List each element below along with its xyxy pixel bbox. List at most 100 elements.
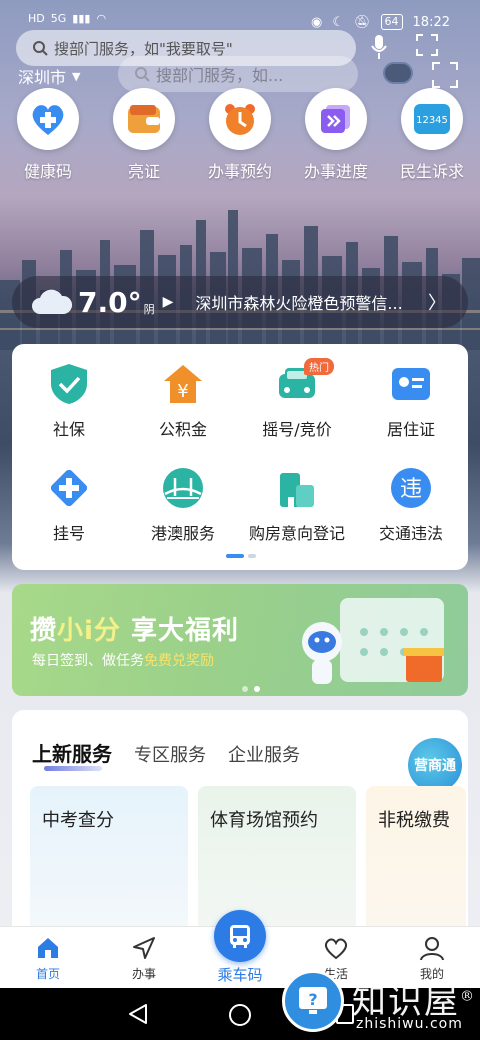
quick-entry-circle (305, 88, 367, 150)
microphone-icon[interactable] (370, 34, 388, 60)
clock-icon (225, 104, 255, 135)
banner-subtitle: 每日签到、做任务免费兑奖励 (32, 650, 214, 670)
nav-label: 首页 (35, 967, 60, 981)
service-housing-fund[interactable]: ¥ 公积金 (126, 362, 240, 466)
search-ghost-placeholder: 搜部门服务，如... (156, 66, 284, 85)
quick-entry-hotline[interactable]: 12345 民生诉求 (384, 88, 480, 182)
service-icon-wrap (161, 466, 205, 510)
question-monitor-icon: ? (299, 987, 327, 1014)
wallet-icon (128, 105, 160, 133)
progress-icon (321, 105, 350, 133)
service-label: 港澳服务 (150, 524, 215, 543)
cloud-icon (32, 289, 73, 314)
status-right: ◉ ☾ 🔕︎ 64 18:22 (311, 14, 450, 30)
chevron-right-icon: ▶ (162, 294, 174, 310)
hotline-icon: 12345 (414, 104, 450, 134)
tab-bar: 上新服务 专区服务 企业服务 (32, 738, 300, 767)
network-indicator: 5G (50, 12, 67, 25)
service-icon-wrap (275, 466, 319, 510)
service-grid: 社保 ¥ 公积金 热门 摇号/竞价 居住证 挂号 港澳服务 购房意向登记 违 交… (12, 344, 468, 570)
nav-home[interactable]: 首页 (0, 927, 96, 988)
quick-entry-circle (113, 88, 175, 150)
promo-banner[interactable]: 攒小i分 享大福利 每日签到、做任务免费兑奖励 (12, 584, 468, 696)
mute-icon: 🔕︎ (354, 14, 371, 30)
chevron-right-icon: 〉 (428, 293, 446, 314)
banner-title-highlight: 小i分 (57, 616, 121, 646)
svg-text:?: ? (308, 990, 317, 1009)
service-car-lottery[interactable]: 热门 摇号/竞价 (240, 358, 354, 466)
robot-mascot-illustration (302, 598, 444, 684)
banner-title-part: 享大福利 (120, 616, 239, 646)
service-social-security[interactable]: 社保 (12, 362, 126, 466)
shield-check-icon (51, 364, 87, 404)
scan-icon[interactable] (416, 34, 438, 56)
app-screen: HD 5G ▮▮▮ ◠ ◉ ☾ 🔕︎ 64 18:22 搜部门服务，如"我要取号… (0, 0, 480, 988)
watermark-domain: zhishiwu.com (356, 1016, 463, 1032)
service-tabs-section: 上新服务 专区服务 企业服务 营商通 中考查分 体育场馆预约 非税缴费 (12, 710, 468, 940)
tab-zone-services[interactable]: 专区服务 (134, 741, 206, 767)
service-icon-wrap (47, 362, 91, 406)
bus-icon (230, 925, 250, 948)
weather-temperature: 7.0° (78, 285, 142, 319)
quick-entry-progress[interactable]: 办事进度 (288, 88, 384, 182)
weather-bar[interactable]: 7.0° 阴 ▶ 深圳市森林火险橙色预警信... 〉 (12, 276, 468, 328)
service-label: 购房意向登记 (248, 524, 345, 543)
quick-entry-row: 健康码 亮证 办事预约 办事进度 12345 民生诉求 (0, 88, 480, 182)
business-service-button[interactable]: 营商通 (408, 738, 462, 792)
service-house-purchase[interactable]: 购房意向登记 (240, 466, 354, 570)
city-selector[interactable]: 深圳市 ▼ (18, 64, 80, 88)
quick-entry-show-license[interactable]: 亮证 (96, 88, 192, 182)
house-yen-icon: ¥ (164, 365, 202, 403)
service-residence-permit[interactable]: 居住证 (354, 362, 468, 466)
search-icon (135, 67, 150, 82)
service-label: 公积金 (158, 420, 207, 439)
home-icon (38, 938, 58, 958)
chevron-down-icon: ▼ (72, 69, 81, 83)
banner-sub-highlight: 免费兑奖励 (144, 653, 214, 669)
navigation-arrow-icon (133, 937, 155, 959)
user-icon (420, 937, 444, 961)
service-label: 社保 (52, 420, 85, 439)
service-hk-macao[interactable]: 港澳服务 (126, 466, 240, 570)
banner-title: 攒小i分 享大福利 (30, 610, 239, 647)
bus-code-button[interactable] (214, 910, 266, 962)
svg-text:¥: ¥ (177, 381, 188, 402)
quick-entry-label: 亮证 (127, 162, 160, 181)
service-registration[interactable]: 挂号 (12, 466, 126, 570)
quick-entry-label: 健康码 (23, 162, 72, 181)
avatar[interactable] (383, 62, 413, 84)
nav-services[interactable]: 办事 (96, 927, 192, 988)
tab-new-services[interactable]: 上新服务 (32, 738, 112, 767)
nav-label: 办事 (131, 967, 156, 981)
battery-indicator: 64 (380, 14, 403, 30)
building-icon (280, 473, 314, 507)
weather-warning-notice: 深圳市森林火险橙色预警信... (195, 294, 403, 313)
banner-pager (242, 686, 260, 692)
home-button-icon[interactable] (229, 1004, 251, 1026)
quick-entry-health-code[interactable]: 健康码 (0, 88, 96, 182)
medical-cross-icon (50, 469, 88, 507)
quick-entry-label: 民生诉求 (399, 162, 464, 181)
service-traffic-violation[interactable]: 违 交通违法 (354, 466, 468, 570)
clock-time: 18:22 (412, 14, 450, 30)
service-label: 交通违法 (378, 524, 443, 543)
service-card-venue-booking[interactable]: 体育场馆预约 (198, 786, 356, 936)
service-card-exam-score[interactable]: 中考查分 (30, 786, 188, 936)
health-code-icon (32, 105, 64, 135)
service-label: 摇号/竞价 (262, 420, 332, 439)
bridge-icon (163, 468, 203, 508)
weather-condition: 阴 (143, 303, 155, 316)
service-icon-wrap (47, 466, 91, 510)
quick-entry-circle (17, 88, 79, 150)
quick-entry-circle (209, 88, 271, 150)
service-label: 居住证 (386, 420, 435, 439)
heart-icon (324, 938, 348, 960)
back-icon[interactable] (128, 1003, 148, 1025)
service-card-non-tax-payment[interactable]: 非税缴费 (366, 786, 466, 936)
quick-entry-appointment[interactable]: 办事预约 (192, 88, 288, 182)
scan-frame-icon[interactable] (432, 62, 458, 88)
traffic-violation-glyph: 违 (400, 477, 422, 502)
banner-title-part: 攒 (30, 616, 58, 646)
tab-enterprise-services[interactable]: 企业服务 (228, 741, 300, 767)
quick-entry-label: 办事预约 (207, 162, 272, 181)
